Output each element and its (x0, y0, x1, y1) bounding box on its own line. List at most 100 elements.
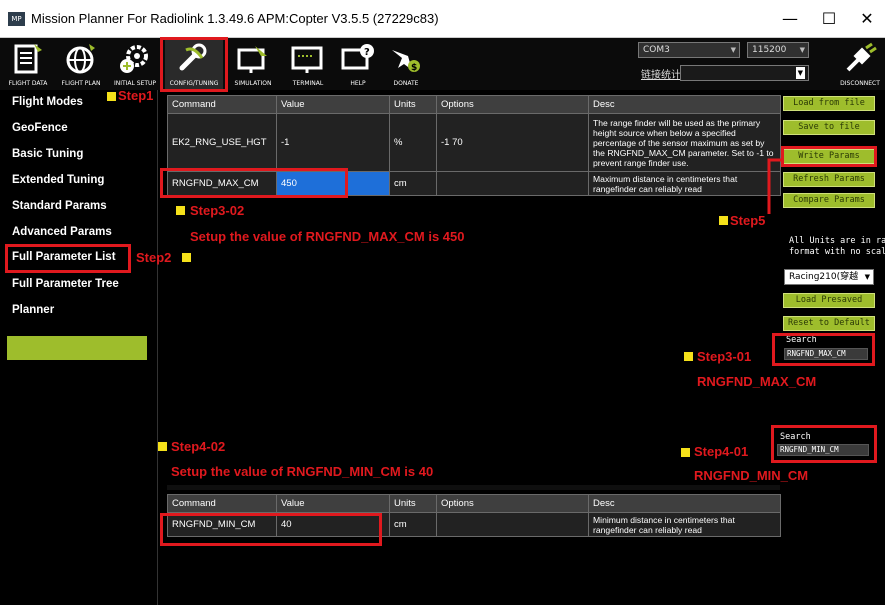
toolbar-label: HELP (350, 80, 366, 87)
highlight-write-params (781, 146, 877, 167)
toolbar-donate[interactable]: $ DONATE (382, 38, 430, 90)
preset-select[interactable]: Racing210(穿越 ▼ (784, 269, 874, 285)
link-stats-link[interactable]: 链接统计 (641, 66, 681, 81)
toolbar-label: DONATE (393, 80, 419, 87)
col-header-units[interactable]: Units (389, 95, 437, 114)
highlight-search-2 (771, 425, 877, 463)
sidebar-item-planner[interactable]: Planner (12, 304, 54, 316)
plug-icon (846, 42, 877, 72)
chevron-down-icon: ▼ (795, 67, 805, 79)
step-marker (176, 206, 185, 215)
load-from-file-button[interactable]: Load from file (783, 96, 875, 111)
sidebar-item-extended-tuning[interactable]: Extended Tuning (12, 174, 104, 186)
highlight-full-parameter-list (5, 244, 131, 273)
gear-plus-icon (120, 45, 148, 73)
cell-desc: Minimum distance in centimeters that ran… (588, 512, 781, 537)
toolbar-flight-data[interactable]: FLIGHT DATA (4, 38, 52, 90)
maximize-button[interactable]: ☐ (814, 6, 844, 32)
annotation-step1: Step1 (118, 88, 154, 103)
toolbar-label: FLIGHT PLAN (61, 80, 101, 87)
cell-desc: Maximum distance in centimeters that ran… (588, 171, 781, 196)
toolbar-label: DISCONNECT (840, 80, 880, 87)
col-header-options[interactable]: Options (436, 95, 589, 114)
monitor-plane-icon (237, 46, 267, 73)
cell-desc: The range finder will be used as the pri… (588, 113, 781, 172)
annotation-step5: Step5 (730, 213, 766, 228)
cell-units: % (389, 113, 437, 172)
step-marker (684, 352, 693, 361)
sidebar-item-geofence[interactable]: GeoFence (12, 122, 68, 134)
annotation-step4-02: Step4-02 (171, 439, 226, 454)
sidebar-item-full-parameter-tree[interactable]: Full Parameter Tree (12, 278, 119, 290)
app-logo-icon: MP (8, 12, 25, 26)
sidebar-item-standard-params[interactable]: Standard Params (12, 200, 107, 212)
window-title: Mission Planner For Radiolink 1.3.49.6 A… (31, 11, 439, 26)
step-marker (182, 253, 191, 262)
toolbar-label: INITIAL SETUP (113, 80, 157, 87)
terminal-icon (291, 46, 323, 73)
cell-value[interactable]: -1 (276, 113, 390, 172)
compare-params-button[interactable]: Compare Params (783, 193, 875, 208)
annotation-step3-02: Step3-02 (190, 203, 245, 218)
sidebar-item-basic-tuning[interactable]: Basic Tuning (12, 148, 83, 160)
col-header-value[interactable]: Value (276, 494, 390, 513)
plane-dollar-icon: $ (392, 50, 420, 73)
annotation-step2: Step2 (136, 250, 172, 265)
col-header-options[interactable]: Options (436, 494, 589, 513)
col-header-command[interactable]: Command (167, 494, 277, 513)
step-marker (719, 216, 728, 225)
highlight-config-tuning (160, 37, 228, 92)
toolbar-flight-plan[interactable]: FLIGHT PLAN (57, 38, 105, 90)
col-header-units[interactable]: Units (389, 494, 437, 513)
sidebar-item-advanced-params[interactable]: Advanced Params (12, 226, 112, 238)
highlight-rngfnd-min-row (160, 513, 382, 546)
close-button[interactable]: ✕ (852, 6, 882, 32)
highlight-search-1 (772, 333, 875, 366)
chevron-down-icon: ▼ (864, 273, 870, 281)
toolbar-initial-setup[interactable]: INITIAL SETUP (110, 38, 160, 90)
refresh-params-button[interactable]: Refresh Params (783, 172, 875, 187)
flight-data-icon (14, 44, 42, 74)
col-header-desc[interactable]: Desc (588, 494, 781, 513)
col-header-value[interactable]: Value (276, 95, 390, 114)
chevron-down-icon: ▼ (730, 46, 736, 54)
reset-to-default-button[interactable]: Reset to Default (783, 316, 875, 331)
step-marker (158, 442, 167, 451)
toolbar-disconnect[interactable]: DISCONNECT (835, 38, 885, 90)
cell-options: -1 70 (436, 113, 589, 172)
annotation-step3-02-text: Setup the value of RNGFND_MAX_CM is 450 (190, 229, 465, 244)
units-note-line1: All Units are in ra (789, 236, 885, 246)
toolbar-simulation[interactable]: SIMULATION (228, 38, 278, 90)
load-presaved-button[interactable]: Load Presaved (783, 293, 875, 308)
toolbar-help[interactable]: ? HELP (334, 38, 382, 90)
horizontal-scrollbar[interactable] (167, 485, 780, 490)
step-marker (107, 92, 116, 101)
annotation-step4-01: Step4-01 (694, 444, 749, 459)
annotation-step4-02-text: Setup the value of RNGFND_MIN_CM is 40 (171, 464, 434, 479)
annotation-step3-01: Step3-01 (697, 349, 752, 364)
baud-rate-value: 115200 (752, 45, 787, 55)
globe-icon (66, 44, 95, 74)
step5-pointer-line (767, 158, 782, 214)
save-to-file-button[interactable]: Save to file (783, 120, 875, 135)
com-port-select[interactable]: COM3 ▼ (638, 42, 740, 58)
minimize-button[interactable]: — (775, 6, 805, 32)
col-header-desc[interactable]: Desc (588, 95, 781, 114)
svg-text:?: ? (364, 47, 370, 58)
table-row[interactable]: EK2_RNG_USE_HGT -1 % -1 70 The range fin… (167, 113, 781, 172)
toolbar-terminal[interactable]: TERMINAL (284, 38, 332, 90)
sidebar-active-highlight (7, 336, 147, 360)
window-titlebar: MP Mission Planner For Radiolink 1.3.49.… (0, 0, 885, 38)
stats-select[interactable]: ▼ (680, 65, 809, 81)
col-header-command[interactable]: Command (167, 95, 277, 114)
sidebar-item-flight-modes[interactable]: Flight Modes (12, 96, 83, 108)
cell-command: EK2_RNG_USE_HGT (167, 113, 277, 172)
com-port-value: COM3 (643, 45, 670, 55)
cell-units: cm (389, 171, 437, 196)
cell-units: cm (389, 512, 437, 537)
chevron-down-icon: ▼ (799, 46, 805, 54)
preset-value: Racing210(穿越 (789, 272, 859, 282)
baud-rate-select[interactable]: 115200 ▼ (747, 42, 809, 58)
config-sidebar: Flight Modes GeoFence Basic Tuning Exten… (0, 90, 158, 605)
highlight-rngfnd-max-row (160, 168, 348, 198)
